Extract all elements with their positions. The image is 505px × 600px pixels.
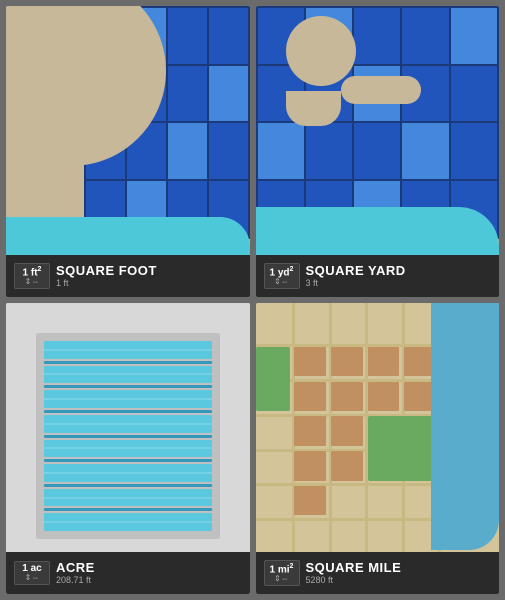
cyan-strip xyxy=(6,247,250,255)
card-subtitle: 3 ft xyxy=(306,278,406,289)
grid-cell xyxy=(258,123,304,179)
map-block xyxy=(368,347,400,376)
label-bar-square-foot: 1 ft2 ⇕⇔ SQUARE FOOT 1 ft xyxy=(6,255,250,297)
map-block xyxy=(331,382,363,411)
card-square-yard: 1 yd2 ⇕⇔ SQUARE YARD 3 ft xyxy=(256,6,500,297)
grid-cell xyxy=(402,8,448,64)
figure-body xyxy=(286,91,341,126)
card-square-foot: 1 ft2 ⇕⇔ SQUARE FOOT 1 ft xyxy=(6,6,250,297)
sq-yard-figure xyxy=(286,16,356,126)
map-block xyxy=(331,416,363,445)
card-title: SQUARE YARD xyxy=(306,263,406,279)
label-bar-square-yard: 1 yd2 ⇕⇔ SQUARE YARD 3 ft xyxy=(256,255,500,297)
label-text: SQUARE YARD 3 ft xyxy=(306,263,406,289)
lane-divider xyxy=(44,361,212,364)
label-text: SQUARE MILE 5280 ft xyxy=(306,560,402,586)
label-text: SQUARE FOOT 1 ft xyxy=(56,263,157,289)
grid-cell xyxy=(306,123,352,179)
lane-divider xyxy=(44,508,212,511)
pool-lane xyxy=(44,390,212,408)
card-acre: 1 ac ⇕⇔ ACRE 208.71 ft xyxy=(6,303,250,594)
card-title: SQUARE MILE xyxy=(306,560,402,576)
card-subtitle: 208.71 ft xyxy=(56,575,95,586)
grid-cell xyxy=(451,123,497,179)
card-square-mile: 1 mi2 ⇕⇔ SQUARE MILE 5280 ft xyxy=(256,303,500,594)
label-bar-square-mile: 1 mi2 ⇕⇔ SQUARE MILE 5280 ft xyxy=(256,552,500,594)
map-block xyxy=(294,382,326,411)
grid-cell xyxy=(209,8,248,64)
label-text: ACRE 208.71 ft xyxy=(56,560,95,586)
card-subtitle: 5280 ft xyxy=(306,575,402,586)
grid-cell xyxy=(168,8,207,64)
label-bar-acre: 1 ac ⇕⇔ ACRE 208.71 ft xyxy=(6,552,250,594)
unit-arrows: ⇕⇔ xyxy=(25,574,40,582)
unit-badge: 1 yd2 ⇕⇔ xyxy=(264,263,300,289)
map-block xyxy=(368,382,400,411)
unit-arrows: ⇕⇔ xyxy=(25,278,40,286)
grid-cell xyxy=(209,123,248,179)
acre-pool xyxy=(36,333,220,539)
pool-lane xyxy=(44,489,212,507)
card-title: SQUARE FOOT xyxy=(56,263,157,279)
map-park xyxy=(368,416,436,480)
pool-lane xyxy=(44,464,212,482)
pool-lane xyxy=(44,341,212,359)
map-block xyxy=(294,416,326,445)
map-block xyxy=(294,486,326,515)
lane-divider xyxy=(44,435,212,438)
map-block xyxy=(294,347,326,376)
map-block xyxy=(294,451,326,480)
lane-divider xyxy=(44,459,212,462)
unit-badge: 1 mi2 ⇕⇔ xyxy=(264,560,300,586)
grid-cell xyxy=(209,66,248,122)
unit-badge: 1 ac ⇕⇔ xyxy=(14,561,50,585)
grid-cell xyxy=(354,8,400,64)
grid-cell xyxy=(451,8,497,64)
grid-cell xyxy=(168,66,207,122)
map-block xyxy=(331,451,363,480)
unit-badge: 1 ft2 ⇕⇔ xyxy=(14,263,50,289)
grid-cell xyxy=(451,66,497,122)
lane-divider xyxy=(44,484,212,487)
map-water xyxy=(431,303,499,550)
cyan-strip xyxy=(256,247,500,255)
map-park xyxy=(256,347,290,411)
grid-cell xyxy=(402,123,448,179)
card-title: ACRE xyxy=(56,560,95,576)
pool-lane xyxy=(44,366,212,384)
unit-arrows: ⇕⇔ xyxy=(274,278,289,286)
grid-cell xyxy=(354,123,400,179)
unit-arrows: ⇕⇔ xyxy=(274,575,289,583)
map-block xyxy=(331,347,363,376)
pool-lane xyxy=(44,415,212,433)
card-subtitle: 1 ft xyxy=(56,278,157,289)
grid-cell xyxy=(168,123,207,179)
pool-lane xyxy=(44,440,212,458)
figure-arm xyxy=(341,76,421,104)
figure-head xyxy=(286,16,356,86)
pool-lane xyxy=(44,513,212,531)
lane-divider xyxy=(44,385,212,388)
lane-divider xyxy=(44,410,212,413)
